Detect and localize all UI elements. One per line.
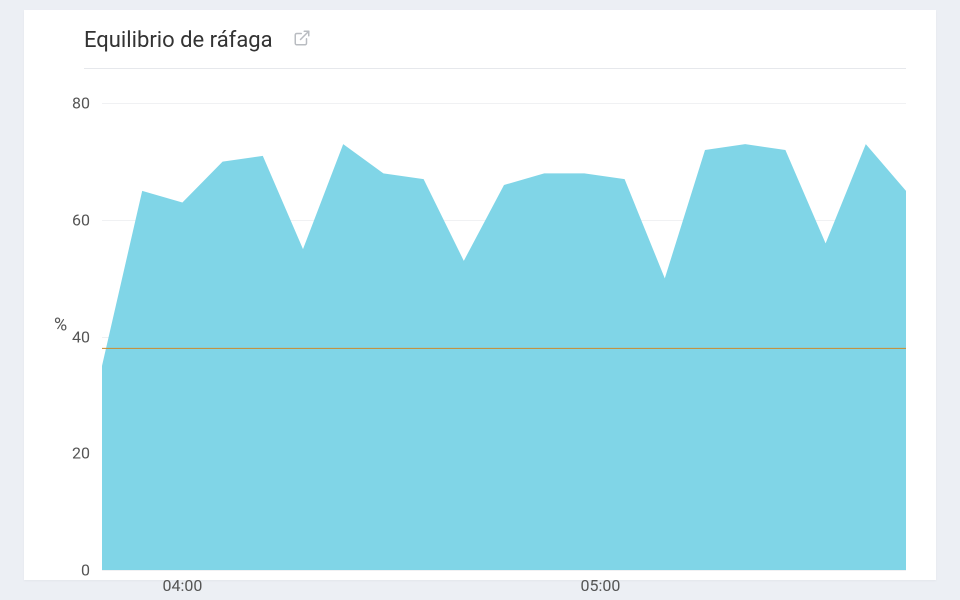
chart-plot-area: % 0 20 40 60 80 04:00 05:00 — [54, 80, 906, 570]
chart-svg — [102, 80, 906, 570]
header-divider — [84, 68, 906, 69]
y-tick-60: 60 — [72, 211, 90, 230]
area-series — [102, 144, 906, 570]
y-tick-20: 20 — [72, 444, 90, 463]
panel-header: Equilibrio de ráfaga — [24, 10, 936, 70]
gridline — [102, 570, 906, 571]
panel-title: Equilibrio de ráfaga — [84, 28, 273, 53]
x-tick-0400: 04:00 — [162, 576, 202, 595]
chart-panel: Equilibrio de ráfaga % 0 20 40 60 80 04:… — [24, 10, 936, 580]
y-tick-0: 0 — [81, 561, 90, 580]
x-tick-0500: 05:00 — [581, 576, 621, 595]
y-axis-title: % — [54, 315, 67, 336]
external-link-icon[interactable] — [293, 29, 311, 51]
y-tick-40: 40 — [72, 327, 90, 346]
y-tick-80: 80 — [72, 94, 90, 113]
